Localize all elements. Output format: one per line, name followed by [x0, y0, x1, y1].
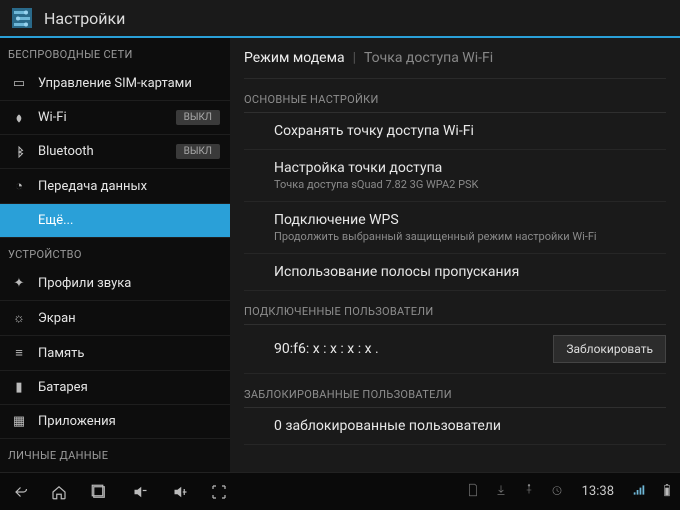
- section-personal: ЛИЧНЫЕ ДАННЫЕ: [0, 439, 230, 468]
- sim-icon: ▭: [10, 76, 28, 91]
- group-blocked-users: ЗАБЛОКИРОВАННЫЕ ПОЛЬЗОВАТЕЛИ: [244, 374, 666, 408]
- sidebar-item-display[interactable]: ☼ Экран: [0, 301, 230, 336]
- block-button[interactable]: Заблокировать: [553, 335, 666, 363]
- sidebar-item-label: Ещё...: [38, 213, 220, 228]
- app-title: Настройки: [44, 9, 125, 28]
- sidebar-item-label: Приложения: [38, 414, 220, 429]
- breadcrumb-hotspot: Точка доступа Wi-Fi: [364, 50, 493, 66]
- bluetooth-toggle-off[interactable]: ВЫКЛ: [176, 144, 220, 159]
- sidebar-item-more[interactable]: Ещё...: [0, 204, 230, 238]
- sidebar-item-label: Управление SIM-картами: [38, 76, 220, 91]
- recent-apps-button[interactable]: [86, 479, 112, 505]
- sound-icon: ✦: [10, 276, 28, 291]
- sidebar-item-label: Экран: [38, 311, 220, 326]
- setting-configure-hotspot[interactable]: Настройка точки доступа Точка доступа sQ…: [244, 150, 666, 202]
- setting-wps[interactable]: Подключение WPS Продолжить выбранный защ…: [244, 202, 666, 254]
- status-clock: 13:38: [582, 484, 614, 499]
- wifi-icon: [10, 111, 28, 125]
- mac-address: 90:f6: x : x : x : x .: [274, 341, 553, 357]
- setting-bandwidth[interactable]: Использование полосы пропускания: [244, 254, 666, 291]
- sidebar-item-wifi[interactable]: Wi-Fi ВЫКЛ: [0, 101, 230, 135]
- group-basic-settings: ОСНОВНЫЕ НАСТРОЙКИ: [244, 79, 666, 113]
- section-wireless: БЕСПРОВОДНЫЕ СЕТИ: [0, 38, 230, 67]
- sidebar-item-data-usage[interactable]: ◔ Передача данных: [0, 169, 230, 204]
- settings-icon: [8, 4, 36, 32]
- back-button[interactable]: [6, 479, 32, 505]
- battery-icon: ▮: [10, 380, 28, 395]
- setting-label: Подключение WPS: [274, 212, 666, 228]
- sd-card-icon: [466, 483, 480, 500]
- usb-icon: [522, 483, 536, 500]
- main-panel: Режим модема | Точка доступа Wi-Fi ОСНОВ…: [230, 38, 680, 472]
- breadcrumb-separator: |: [353, 50, 356, 66]
- sidebar-item-label: Wi-Fi: [38, 110, 176, 125]
- title-bar: Настройки: [0, 0, 680, 38]
- home-button[interactable]: [46, 479, 72, 505]
- volume-down-button[interactable]: [126, 479, 152, 505]
- sidebar-item-bluetooth[interactable]: Bluetooth ВЫКЛ: [0, 135, 230, 169]
- blocked-users-count[interactable]: 0 заблокированные пользователи: [244, 408, 666, 445]
- signal-icon: [632, 483, 646, 500]
- storage-icon: ≡: [10, 345, 28, 361]
- sidebar-item-label: Память: [38, 346, 220, 361]
- setting-label: 0 заблокированные пользователи: [274, 418, 666, 434]
- breadcrumb-tethering[interactable]: Режим модема: [244, 50, 345, 66]
- sidebar-item-sim[interactable]: ▭ Управление SIM-картами: [0, 67, 230, 101]
- sidebar-item-storage[interactable]: ≡ Память: [0, 336, 230, 371]
- battery-status-icon: [660, 483, 674, 500]
- screenshot-button[interactable]: [206, 479, 232, 505]
- wifi-toggle-off[interactable]: ВЫКЛ: [176, 110, 220, 125]
- setting-sublabel: Точка доступа sQuad 7.82 3G WPA2 PSK: [274, 178, 666, 191]
- alarm-icon: [550, 483, 564, 500]
- breadcrumb: Режим модема | Точка доступа Wi-Fi: [244, 38, 666, 79]
- section-device: УСТРОЙСТВО: [0, 238, 230, 267]
- download-icon: [494, 483, 508, 500]
- volume-up-button[interactable]: [166, 479, 192, 505]
- setting-label: Сохранять точку доступа Wi-Fi: [274, 123, 666, 139]
- setting-keep-hotspot[interactable]: Сохранять точку доступа Wi-Fi: [244, 113, 666, 150]
- setting-label: Настройка точки доступа: [274, 160, 666, 176]
- setting-sublabel: Продолжить выбранный защищенный режим на…: [274, 230, 666, 243]
- display-icon: ☼: [10, 310, 28, 326]
- sidebar-item-label: Передача данных: [38, 179, 220, 194]
- sidebar-item-sound[interactable]: ✦ Профили звука: [0, 267, 230, 301]
- sidebar-item-apps[interactable]: ▦ Приложения: [0, 405, 230, 439]
- sidebar-item-label: Профили звука: [38, 276, 220, 291]
- bluetooth-icon: [10, 146, 28, 158]
- settings-sidebar: БЕСПРОВОДНЫЕ СЕТИ ▭ Управление SIM-карта…: [0, 38, 230, 472]
- sidebar-item-battery[interactable]: ▮ Батарея: [0, 371, 230, 405]
- connected-user-row: 90:f6: x : x : x : x . Заблокировать: [244, 325, 666, 374]
- data-usage-icon: ◔: [10, 178, 28, 194]
- system-navbar: 13:38: [0, 472, 680, 510]
- setting-label: Использование полосы пропускания: [274, 264, 666, 280]
- group-connected-users: ПОДКЛЮЧЕННЫЕ ПОЛЬЗОВАТЕЛИ: [244, 291, 666, 325]
- apps-icon: ▦: [10, 414, 28, 429]
- sidebar-item-label: Батарея: [38, 380, 220, 395]
- sidebar-item-label: Bluetooth: [38, 144, 176, 159]
